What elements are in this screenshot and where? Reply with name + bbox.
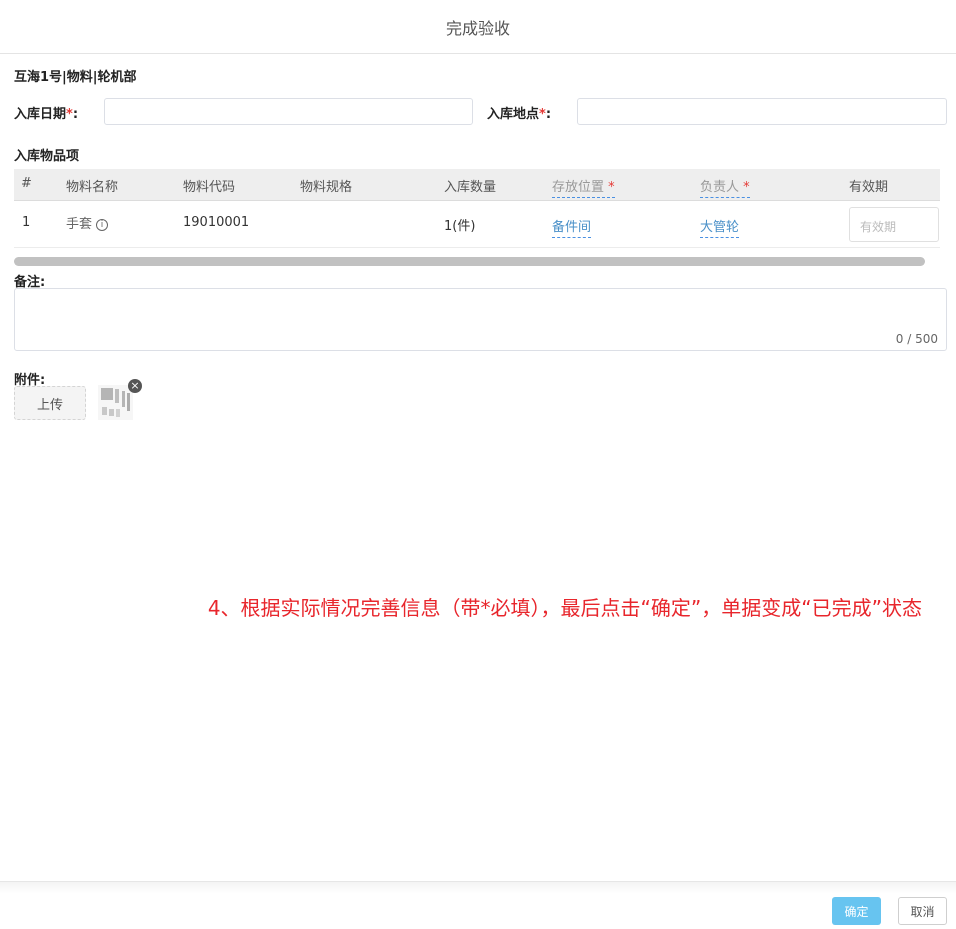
remark-counter: 0 / 500 <box>895 332 938 346</box>
instruction-annotation: 4、根据实际情况完善信息（带*必填），最后点击“确定”，单据变成“已完成”状态 <box>207 596 922 620</box>
expiry-input[interactable]: 有效期 <box>849 207 939 242</box>
row-index: 1 <box>22 215 31 230</box>
colon: : <box>72 107 79 122</box>
remark-textarea[interactable]: 0 / 500 <box>14 288 947 351</box>
horizontal-scrollbar[interactable] <box>14 257 925 266</box>
date-input[interactable] <box>104 98 473 125</box>
form-row: 入库日期*: 入库地点*: <box>0 98 956 125</box>
cancel-button[interactable]: 取消 <box>898 897 947 925</box>
required-mark: * <box>608 180 615 195</box>
place-label-text: 入库地点 <box>487 107 540 122</box>
col-person: 负责人 * <box>700 176 750 198</box>
col-location-label: 存放位置 <box>552 180 605 195</box>
dialog-header: 完成验收 <box>0 0 956 54</box>
confirm-button[interactable]: 确定 <box>832 897 881 925</box>
row-name: 手套 i <box>66 213 109 232</box>
col-index: # <box>21 176 32 191</box>
col-person-label: 负责人 <box>700 180 740 195</box>
dialog-title: 完成验收 <box>445 18 510 38</box>
items-table: # 物料名称 物料代码 物料规格 入库数量 存放位置 * 负责人 * 有效期 1… <box>14 169 940 248</box>
upload-button[interactable]: 上传 <box>14 386 86 420</box>
required-mark: * <box>743 180 750 195</box>
items-section-title: 入库物品项 <box>14 149 80 164</box>
table-row: 1 手套 i 19010001 1(件) 备件间 大管轮 有效期 <box>14 201 940 248</box>
row-code: 19010001 <box>183 215 250 230</box>
date-label: 入库日期*: <box>14 103 78 122</box>
info-icon[interactable]: i <box>96 219 109 231</box>
remove-attachment-icon[interactable]: × <box>128 379 142 393</box>
date-label-text: 入库日期 <box>14 107 67 122</box>
row-location[interactable]: 备件间 <box>552 216 592 238</box>
col-location: 存放位置 * <box>552 176 615 198</box>
col-spec: 物料规格 <box>300 180 353 195</box>
dialog-footer: 确定 取消 <box>0 881 956 929</box>
required-mark: * <box>66 107 73 122</box>
row-name-text: 手套 <box>66 217 93 232</box>
required-mark: * <box>539 107 546 122</box>
ship-department-label: 互海1号|物料|轮机部 <box>14 70 137 85</box>
row-person[interactable]: 大管轮 <box>700 216 740 238</box>
place-label: 入库地点*: <box>487 103 551 122</box>
col-code: 物料代码 <box>183 180 236 195</box>
col-quantity: 入库数量 <box>444 180 497 195</box>
col-expiry: 有效期 <box>849 180 889 195</box>
row-quantity: 1(件) <box>444 219 476 234</box>
place-input[interactable] <box>577 98 947 125</box>
colon: : <box>545 107 552 122</box>
attachment-thumbnail[interactable] <box>98 385 133 420</box>
col-name: 物料名称 <box>66 180 119 195</box>
table-header: # 物料名称 物料代码 物料规格 入库数量 存放位置 * 负责人 * 有效期 <box>14 169 940 201</box>
